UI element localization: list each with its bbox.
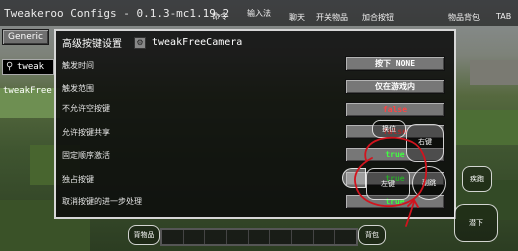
red-annotation-overlay [354,136,428,227]
hotbar-slot-6[interactable] [270,230,293,244]
hotbar-slot-8[interactable] [314,230,336,244]
hotbar-slot-9[interactable] [335,230,356,244]
hotbar [160,228,358,246]
hotbar-slot-4[interactable] [227,230,249,244]
hotbar-slot-7[interactable] [292,230,314,244]
annotation-circle [354,136,428,208]
items-button[interactable]: 背物品 [128,225,160,245]
hotbar-slot-3[interactable] [205,230,228,244]
hotbar-slot-5[interactable] [249,230,271,244]
hotbar-slot-2[interactable] [184,230,206,244]
inventory-button[interactable]: 背包 [358,225,386,245]
hotbar-slot-1[interactable] [162,230,184,244]
